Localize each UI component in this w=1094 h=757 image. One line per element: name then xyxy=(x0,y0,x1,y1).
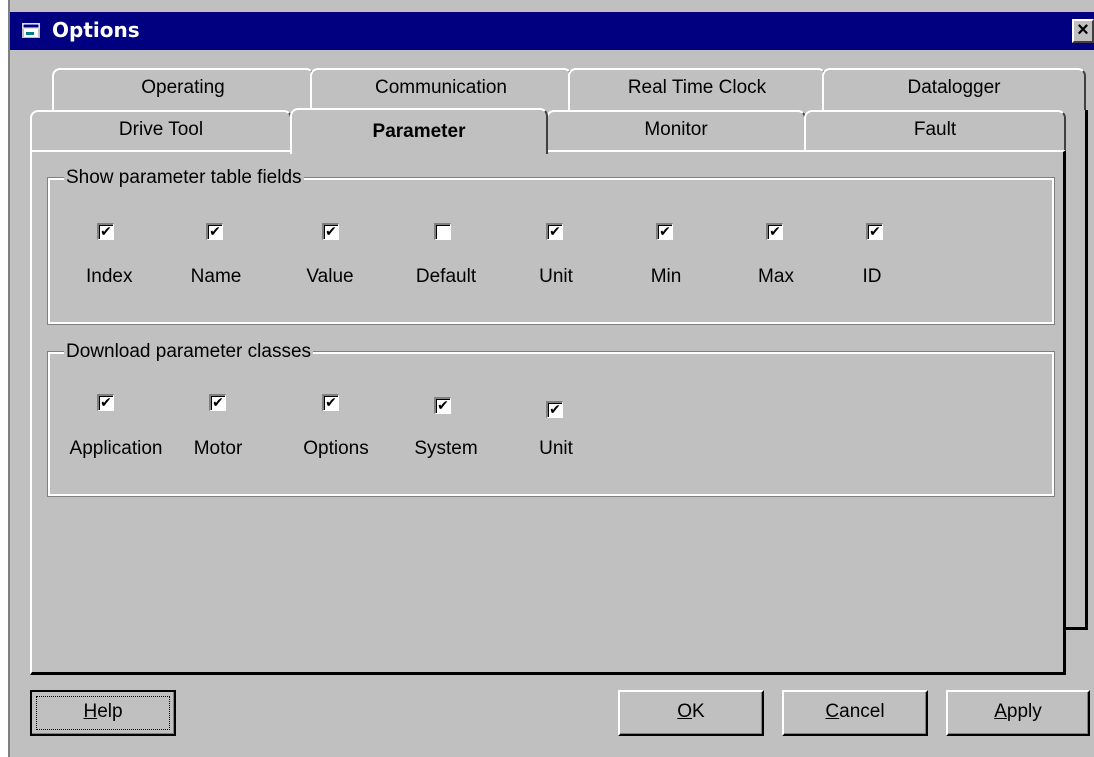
window-title: Options xyxy=(52,18,140,42)
options-label: Options xyxy=(303,438,369,459)
id-checkbox[interactable]: ✔ xyxy=(866,223,883,240)
cancel-button[interactable]: Cancel xyxy=(782,690,928,736)
index-label: Index xyxy=(86,266,133,287)
system-label: System xyxy=(414,438,478,459)
index-checkbox[interactable]: ✔ xyxy=(97,223,114,240)
default-label: Default xyxy=(415,266,477,287)
min-checkbox[interactable]: ✔ xyxy=(656,223,673,240)
help-mnemonic: H xyxy=(83,701,98,722)
ok-mnemonic: O xyxy=(677,701,693,722)
cancel-mnemonic: C xyxy=(825,701,840,722)
tab-real-time-clock[interactable]: Real Time Clock xyxy=(568,68,826,110)
cancel-label-rest: ancel xyxy=(839,701,885,722)
id-label: ID xyxy=(862,266,882,287)
apply-label-rest: pply xyxy=(1006,701,1042,722)
motor-checkbox[interactable]: ✔ xyxy=(209,394,226,411)
app-window-icon xyxy=(22,23,40,38)
tab-drive-tool[interactable]: Drive Tool xyxy=(30,110,292,152)
help-label-rest: elp xyxy=(97,701,123,722)
value-checkbox[interactable]: ✔ xyxy=(322,223,339,240)
name-label: Name xyxy=(190,266,242,287)
tab-datalogger[interactable]: Datalogger xyxy=(822,68,1086,110)
apply-button[interactable]: Apply xyxy=(946,690,1090,736)
window-left-edge xyxy=(0,0,10,757)
min-label: Min xyxy=(650,266,682,287)
title-bar[interactable]: Options × xyxy=(10,12,1094,50)
motor-label: Motor xyxy=(193,438,243,459)
download-classes-group: Download parameter classes ✔ Application… xyxy=(47,340,1055,497)
options-dialog: Options × Operating Communication Real T… xyxy=(0,0,1094,757)
options-checkbox[interactable]: ✔ xyxy=(322,394,339,411)
download-classes-group-title: Download parameter classes xyxy=(64,340,314,364)
value-label: Value xyxy=(306,266,354,287)
unit-label: Unit xyxy=(539,266,573,287)
unit-checkbox[interactable]: ✔ xyxy=(546,223,563,240)
ok-button[interactable]: OK xyxy=(618,690,764,736)
max-checkbox[interactable]: ✔ xyxy=(766,223,783,240)
close-button[interactable]: × xyxy=(1072,19,1094,43)
tab-operating[interactable]: Operating xyxy=(52,68,314,110)
ok-label-rest: K xyxy=(692,701,705,722)
application-label: Application xyxy=(69,438,163,459)
tab-parameter[interactable]: Parameter xyxy=(290,108,548,154)
default-checkbox[interactable] xyxy=(434,223,451,240)
unit-class-label: Unit xyxy=(539,438,573,459)
tab-communication[interactable]: Communication xyxy=(310,68,572,110)
application-checkbox[interactable]: ✔ xyxy=(97,394,114,411)
apply-mnemonic: A xyxy=(994,701,1007,722)
show-fields-group: Show parameter table fields ✔ Index ✔ Na… xyxy=(47,166,1055,325)
tab-monitor[interactable]: Monitor xyxy=(546,110,806,152)
help-focus-rect: Help xyxy=(36,696,170,730)
unit-class-checkbox[interactable]: ✔ xyxy=(546,401,563,418)
show-fields-group-title: Show parameter table fields xyxy=(64,166,304,190)
tab-stack-shadow xyxy=(1066,110,1088,630)
max-label: Max xyxy=(758,266,794,287)
parameter-tab-panel: Show parameter table fields ✔ Index ✔ Na… xyxy=(30,150,1066,675)
name-checkbox[interactable]: ✔ xyxy=(206,223,223,240)
help-button[interactable]: Help xyxy=(30,690,176,736)
system-checkbox[interactable]: ✔ xyxy=(434,397,451,414)
tab-fault[interactable]: Fault xyxy=(804,110,1066,152)
